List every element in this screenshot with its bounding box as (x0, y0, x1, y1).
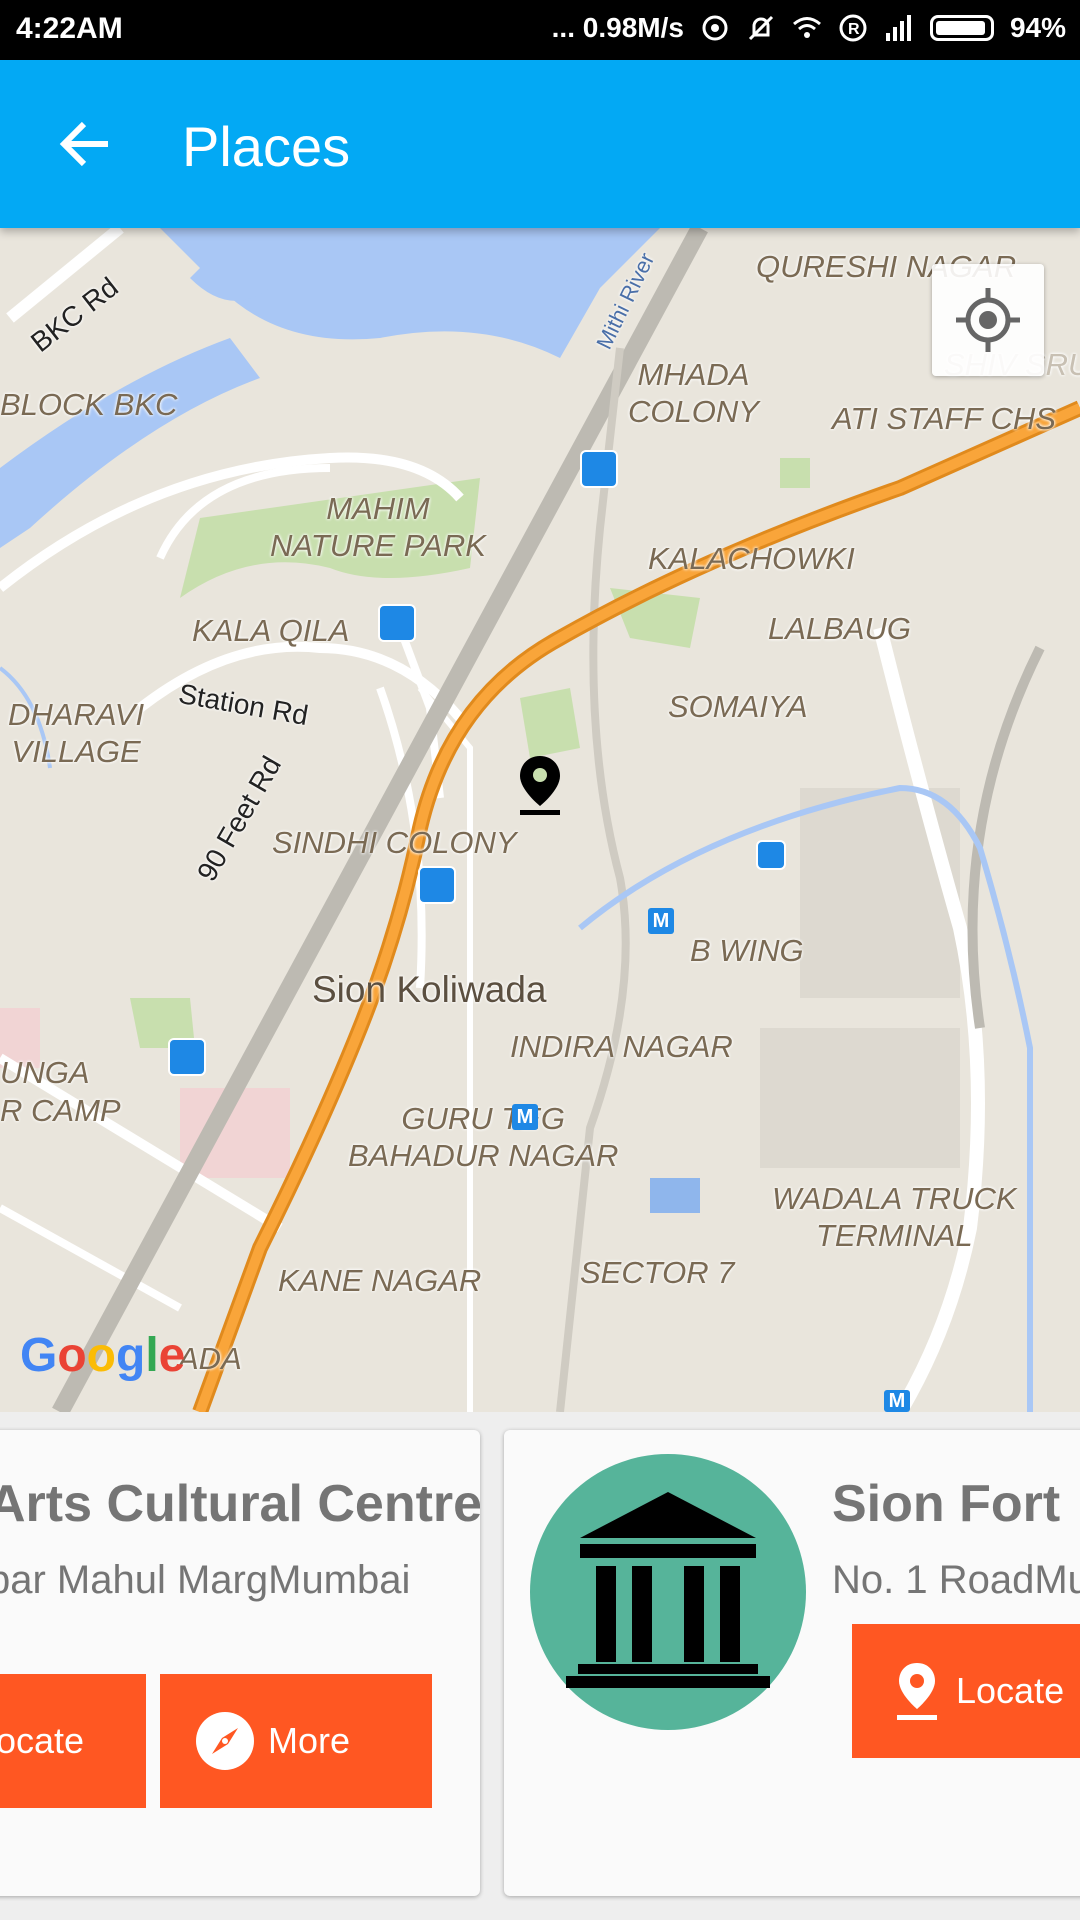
network-speed: ... 0.98M/s (551, 12, 684, 43)
place-card[interactable]: Arts Cultural Centre bar Mahul MargMumba… (0, 1430, 480, 1896)
place-title: Sion Fort (832, 1475, 1061, 1533)
signal-icon (885, 15, 911, 41)
crosshair-icon (956, 288, 1020, 352)
train-station-icon[interactable] (378, 604, 416, 642)
locate-button[interactable]: Locate (852, 1624, 1080, 1758)
locate-button[interactable]: ocate (0, 1674, 146, 1808)
metro-station-icon[interactable]: M (512, 1104, 538, 1130)
map-view[interactable]: QURESHI NAGAR SHIV SRU BKC Rd BLOCK BKC … (0, 228, 1080, 1412)
place-image (530, 1454, 806, 1730)
alarm-off-icon (748, 15, 774, 41)
place-address: No. 1 RoadMu (832, 1558, 1080, 1602)
page-title: Places (182, 115, 351, 178)
map-label: WADALA TRUCK TERMINAL (772, 1181, 1017, 1254)
svg-text:R: R (848, 21, 860, 38)
map-label: R CAMP (0, 1093, 121, 1128)
battery-icon (929, 15, 994, 41)
map-label: GURU TEG BAHADUR NAGAR (348, 1101, 619, 1174)
train-station-icon[interactable] (756, 840, 786, 870)
train-station-icon[interactable] (580, 450, 618, 488)
place-title: Arts Cultural Centre (0, 1475, 480, 1533)
arrow-left-icon[interactable] (56, 114, 116, 174)
metro-station-icon[interactable]: M (648, 908, 674, 934)
metro-station-icon[interactable]: M (884, 1390, 910, 1412)
place-carousel[interactable]: Arts Cultural Centre bar Mahul MargMumba… (0, 1412, 1080, 1920)
map-label: MHADA COLONY (628, 357, 759, 430)
map-label: Sion Koliwada (312, 969, 547, 1010)
train-station-icon[interactable] (168, 1038, 206, 1076)
map-label: BLOCK BKC (0, 387, 178, 422)
train-station-icon[interactable] (418, 866, 456, 904)
compass-icon (196, 1712, 254, 1770)
map-label: SINDHI COLONY (272, 825, 517, 860)
map-label: SECTOR 7 (580, 1255, 735, 1290)
status-time: 4:22AM (16, 12, 123, 45)
map-label: INDIRA NAGAR (510, 1029, 733, 1064)
map-pin-icon[interactable] (516, 754, 564, 816)
place-address: bar Mahul MargMumbai (0, 1558, 411, 1602)
map-label: MAHIM NATURE PARK (270, 491, 486, 564)
my-location-button[interactable] (932, 264, 1044, 376)
wifi-icon (792, 17, 821, 38)
place-card[interactable]: Sion Fort No. 1 RoadMu Locate (504, 1430, 1080, 1896)
roaming-icon: R (839, 14, 867, 42)
map-label: SOMAIYA (668, 689, 808, 724)
map-pin-icon (897, 1663, 937, 1720)
status-bar: 4:22AM ... 0.98M/s R 94% (0, 0, 1080, 60)
app-bar: Places (0, 60, 1080, 228)
google-logo: Google (20, 1329, 186, 1382)
map-label: B WING (690, 933, 804, 968)
map-label: ADA (178, 1341, 242, 1376)
battery-level: 94% (1009, 12, 1066, 43)
map-label: KALACHOWKI (648, 541, 855, 576)
status-icons: ... 0.98M/s R 94% (552, 12, 1066, 44)
map-label: KANE NAGAR (278, 1263, 482, 1298)
map-label: DHARAVI VILLAGE (8, 697, 145, 770)
map-label: LALBAUG (768, 611, 912, 646)
monument-icon (566, 1492, 770, 1688)
map-label: UNGA (0, 1055, 90, 1090)
more-button[interactable]: More (160, 1674, 432, 1808)
map-label: KALA QILA (192, 613, 350, 648)
hotspot-icon (702, 15, 728, 41)
map-label: ATI STAFF CHS (832, 401, 1056, 436)
